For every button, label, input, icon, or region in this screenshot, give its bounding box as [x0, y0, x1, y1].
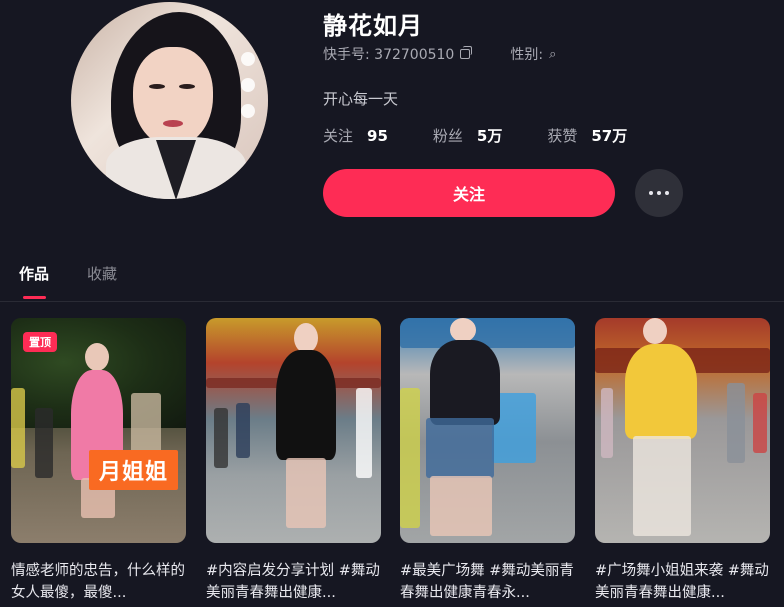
- video-title[interactable]: #内容启发分享计划 #舞动美丽青春舞出健康...: [206, 560, 382, 604]
- copy-icon[interactable]: [460, 46, 473, 59]
- video-thumbnail: [206, 318, 381, 543]
- video-card[interactable]: [595, 318, 770, 543]
- video-card[interactable]: 置顶 月姐姐: [11, 318, 186, 543]
- profile-page: 静花如月 快手号: 372700510 性别: ⌕ 开心每一天 关注 95 粉丝…: [0, 0, 784, 607]
- follow-button[interactable]: 关注: [323, 169, 615, 217]
- following-count[interactable]: 95: [367, 127, 388, 145]
- video-title[interactable]: 情感老师的忠告，什么样的女人最傻，最傻...: [11, 560, 187, 604]
- tab-works[interactable]: 作品: [19, 263, 49, 284]
- profile-name: 静花如月: [323, 12, 423, 40]
- active-tab-indicator: [23, 296, 46, 299]
- avatar[interactable]: [71, 2, 268, 199]
- kuaishou-id: 快手号: 372700510: [323, 47, 455, 63]
- search-icon: ⌕: [549, 46, 557, 62]
- video-thumbnail: [400, 318, 575, 543]
- pinned-badge: 置顶: [23, 332, 57, 352]
- followers-count[interactable]: 5万: [477, 125, 502, 146]
- video-card[interactable]: [400, 318, 575, 543]
- following-label[interactable]: 关注: [323, 125, 353, 146]
- tab-favorites[interactable]: 收藏: [87, 263, 117, 284]
- video-title[interactable]: #广场舞小姐姐来袭 #舞动美丽青春舞出健康...: [595, 560, 771, 604]
- ellipsis-icon[interactable]: [635, 169, 683, 217]
- gender-label: 性别:: [510, 47, 544, 63]
- video-thumbnail: [595, 318, 770, 543]
- video-caption-overlay: 月姐姐: [89, 450, 179, 490]
- video-title[interactable]: #最美广场舞 #舞动美丽青春舞出健康青春永...: [400, 560, 576, 604]
- followers-label[interactable]: 粉丝: [433, 125, 463, 146]
- content-tabs: 作品 收藏: [0, 255, 784, 302]
- likes-label: 获赞: [547, 127, 578, 145]
- profile-meta-row: 快手号: 372700510 性别: ⌕: [323, 44, 556, 64]
- likes-count: 57万: [591, 127, 628, 145]
- video-card[interactable]: [206, 318, 381, 543]
- profile-stats: 关注 95 粉丝 5万 获赞 57万: [323, 125, 672, 146]
- profile-bio: 开心每一天: [323, 90, 399, 108]
